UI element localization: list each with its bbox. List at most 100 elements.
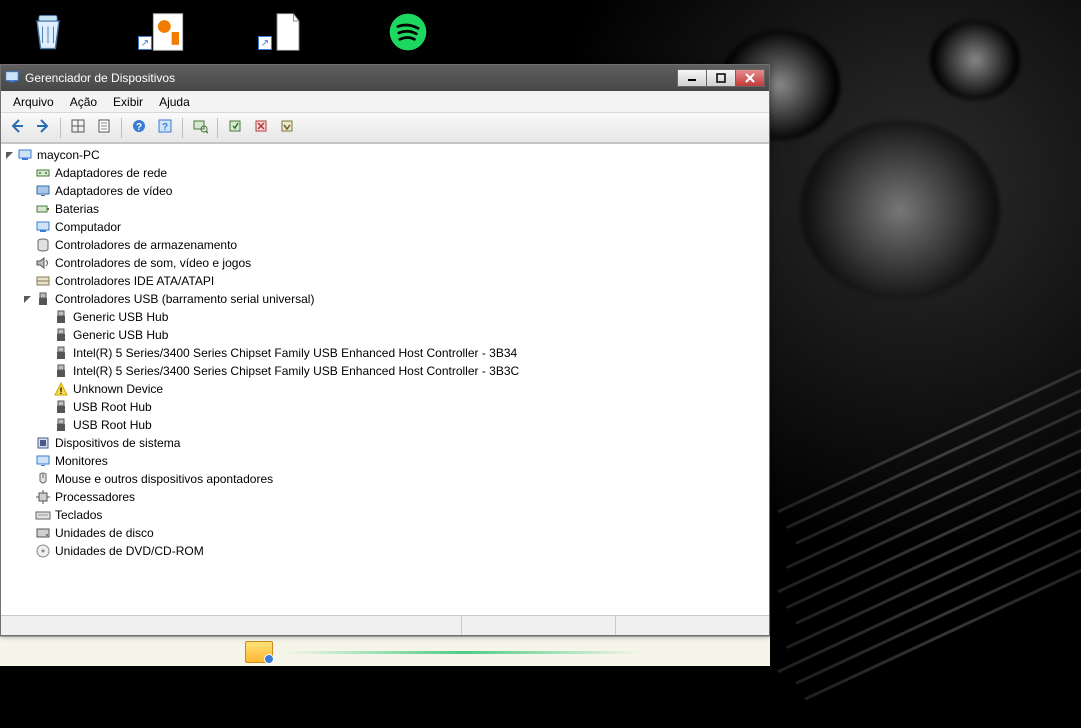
tree-item-label: Baterias: [53, 202, 99, 216]
recycle-bin-icon: [24, 8, 72, 56]
tree-item-generic-usb-hub[interactable]: Generic USB Hub: [39, 326, 769, 344]
forward-button[interactable]: [31, 116, 55, 140]
tree-item-unknown-device[interactable]: ! Unknown Device: [39, 380, 769, 398]
usb-icon: [53, 417, 69, 433]
tree-item-mouse-e-outros-dispositivos-apontadores[interactable]: Mouse e outros dispositivos apontadores: [21, 470, 769, 488]
chip-green-icon: [227, 118, 243, 137]
warning-icon: !: [53, 381, 69, 397]
help-topics-button[interactable]: ?: [153, 116, 177, 140]
tree-root-label: maycon-PC: [35, 148, 100, 162]
pc-icon: [17, 147, 33, 163]
show-hidden-button[interactable]: [66, 116, 90, 140]
toolbar: ??: [1, 113, 769, 143]
help-icon: ?: [131, 118, 147, 137]
taskbar-app-icon[interactable]: [245, 641, 273, 663]
sheet-icon: [96, 118, 112, 137]
back-button[interactable]: [5, 116, 29, 140]
tree-item-label: Generic USB Hub: [71, 310, 168, 324]
desktop-icon-recycle-bin[interactable]: [16, 8, 80, 56]
shortcut-arrow-icon: ↗: [258, 36, 272, 50]
tree-item-monitores[interactable]: Monitores: [21, 452, 769, 470]
tree-item-controladores-de-armazenamento[interactable]: Controladores de armazenamento: [21, 236, 769, 254]
properties-button[interactable]: [92, 116, 116, 140]
svg-text:?: ?: [162, 122, 168, 133]
menu-arquivo[interactable]: Arquivo: [5, 93, 62, 111]
tree-item-adaptadores-de-rede[interactable]: Adaptadores de rede: [21, 164, 769, 182]
svg-text:?: ?: [136, 122, 142, 133]
window-icon: [5, 70, 19, 87]
tree-item-unidades-de-disco[interactable]: Unidades de disco: [21, 524, 769, 542]
tree-item-unidades-de-dvd-cd-rom[interactable]: Unidades de DVD/CD-ROM: [21, 542, 769, 560]
network-icon: [35, 165, 51, 181]
device-tree[interactable]: maycon-PC Adaptadores de rede Adaptadores …: [1, 143, 769, 615]
disk-icon: [35, 525, 51, 541]
close-button[interactable]: [735, 69, 765, 87]
tree-item-adaptadores-de-v-deo[interactable]: Adaptadores de vídeo: [21, 182, 769, 200]
collapse-icon[interactable]: [3, 149, 15, 161]
uninstall-button[interactable]: [249, 116, 273, 140]
menu-exibir[interactable]: Exibir: [105, 93, 151, 111]
grid-icon: [70, 118, 86, 137]
tree-item-controladores-ide-ata-atapi[interactable]: Controladores IDE ATA/ATAPI: [21, 272, 769, 290]
menu-acao[interactable]: Ação: [62, 93, 105, 111]
desktop-icon-spotify[interactable]: [376, 8, 440, 56]
pc-icon: [35, 219, 51, 235]
help-box-icon: ?: [157, 118, 173, 137]
tree-item-computador[interactable]: Computador: [21, 218, 769, 236]
scan-button[interactable]: [188, 116, 212, 140]
spotify-icon: [384, 8, 432, 56]
tree-item-label: Mouse e outros dispositivos apontadores: [53, 472, 273, 486]
battery-icon: [35, 201, 51, 217]
minimize-button[interactable]: [677, 69, 707, 87]
window-title: Gerenciador de Dispositivos: [25, 71, 672, 85]
tree-item-intel-r-5-series-3400-series-chipset-fam[interactable]: Intel(R) 5 Series/3400 Series Chipset Fa…: [39, 362, 769, 380]
tree-item-intel-r-5-series-3400-series-chipset-fam[interactable]: Intel(R) 5 Series/3400 Series Chipset Fa…: [39, 344, 769, 362]
system-icon: [35, 435, 51, 451]
help-button[interactable]: ?: [127, 116, 151, 140]
maximize-button[interactable]: [706, 69, 736, 87]
display-icon: [35, 183, 51, 199]
keyboard-icon: [35, 507, 51, 523]
tree-item-label: Intel(R) 5 Series/3400 Series Chipset Fa…: [71, 346, 517, 360]
sound-icon: [35, 255, 51, 271]
desktop-icon-shortcut-2[interactable]: ↗: [256, 8, 320, 56]
tree-item-controladores-usb-barramento-serial-univ[interactable]: Controladores USB (barramento serial uni…: [21, 290, 769, 308]
usb-icon: [53, 327, 69, 343]
tree-item-controladores-de-som-v-deo-e-jogos[interactable]: Controladores de som, vídeo e jogos: [21, 254, 769, 272]
tree-item-label: Teclados: [53, 508, 102, 522]
tree-item-label: Unidades de DVD/CD-ROM: [53, 544, 204, 558]
tree-item-label: Dispositivos de sistema: [53, 436, 180, 450]
arrow-left-icon: [9, 118, 25, 137]
tree-item-teclados[interactable]: Teclados: [21, 506, 769, 524]
collapse-icon[interactable]: [21, 293, 33, 305]
tree-item-label: USB Root Hub: [71, 418, 152, 432]
tree-item-label: Unidades de disco: [53, 526, 154, 540]
tree-item-label: Generic USB Hub: [71, 328, 168, 342]
desktop-icon-shortcut-1[interactable]: ↗: [136, 8, 200, 56]
tree-item-dispositivos-de-sistema[interactable]: Dispositivos de sistema: [21, 434, 769, 452]
tree-item-label: Controladores IDE ATA/ATAPI: [53, 274, 214, 288]
tree-item-generic-usb-hub[interactable]: Generic USB Hub: [39, 308, 769, 326]
titlebar[interactable]: Gerenciador de Dispositivos: [1, 65, 769, 91]
taskbar-preview: [0, 636, 770, 666]
svg-text:!: !: [60, 386, 63, 396]
chip-x-icon: [253, 118, 269, 137]
statusbar: [1, 615, 769, 635]
tree-item-processadores[interactable]: Processadores: [21, 488, 769, 506]
shortcut-arrow-icon: ↗: [138, 36, 152, 50]
usb-icon: [53, 399, 69, 415]
update-driver-button[interactable]: [223, 116, 247, 140]
cd-icon: [35, 543, 51, 559]
tree-root[interactable]: maycon-PC: [3, 146, 769, 164]
tree-item-usb-root-hub[interactable]: USB Root Hub: [39, 398, 769, 416]
tree-item-usb-root-hub[interactable]: USB Root Hub: [39, 416, 769, 434]
tree-item-baterias[interactable]: Baterias: [21, 200, 769, 218]
storage-icon: [35, 237, 51, 253]
monitor-icon: [35, 453, 51, 469]
tree-item-label: Intel(R) 5 Series/3400 Series Chipset Fa…: [71, 364, 519, 378]
tree-item-label: Unknown Device: [71, 382, 163, 396]
mouse-icon: [35, 471, 51, 487]
menu-ajuda[interactable]: Ajuda: [151, 93, 198, 111]
disable-button[interactable]: [275, 116, 299, 140]
tree-item-label: Adaptadores de vídeo: [53, 184, 172, 198]
